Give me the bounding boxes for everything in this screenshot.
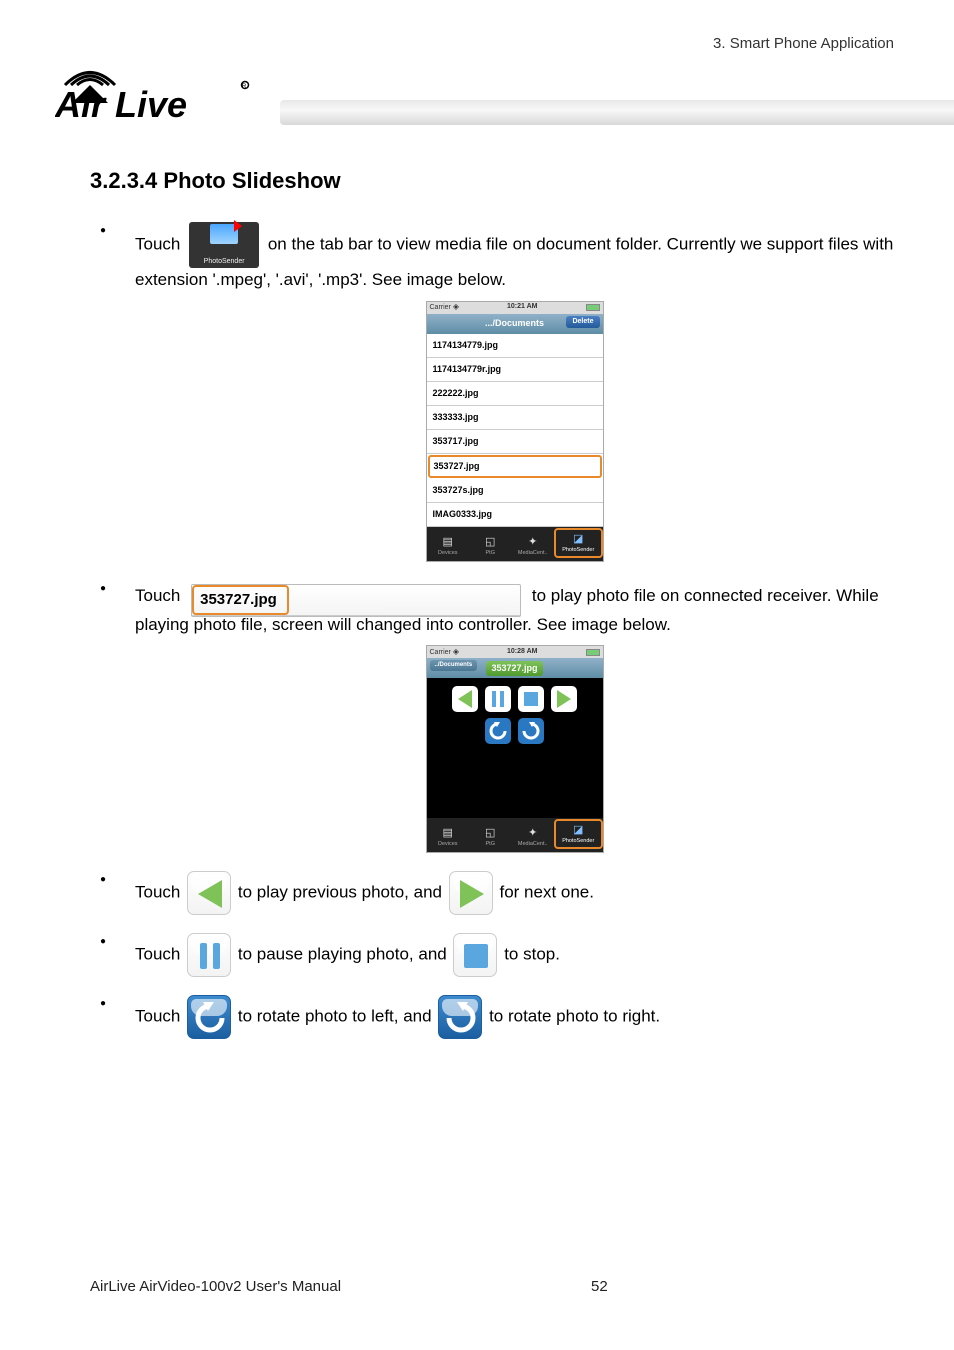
stop-icon[interactable] — [453, 933, 497, 977]
tab-bar: ▤Devices ◱PtG ✦MediaCent.. ◪PhotoSender — [427, 527, 603, 561]
list-item[interactable]: 333333.jpg — [427, 406, 603, 430]
pause-icon[interactable] — [485, 686, 511, 712]
text: to play previous photo, and — [238, 883, 442, 902]
bullet-item: Touch 353727.jpg to play photo file on c… — [100, 580, 894, 853]
manual-title: AirLive AirVideo-100v2 User's Manual — [90, 1278, 341, 1295]
text: Touch — [135, 234, 180, 253]
back-button[interactable]: ../Documents — [430, 660, 478, 671]
svg-text:Air Live: Air Live — [55, 84, 187, 125]
nav-title: 353727.jpg — [486, 661, 542, 676]
controller-body — [427, 678, 603, 818]
nav-title: .../Documents — [485, 317, 544, 330]
tab-devices[interactable]: ▤Devices — [427, 534, 470, 558]
previous-icon[interactable] — [452, 686, 478, 712]
tab-ptg[interactable]: ◱PtG — [469, 825, 512, 849]
list-item[interactable]: 1174134779.jpg — [427, 334, 603, 358]
tab-mediacenter[interactable]: ✦MediaCent.. — [512, 534, 555, 558]
list-item[interactable]: 1174134779r.jpg — [427, 358, 603, 382]
tab-photosender[interactable]: ◪PhotoSender — [554, 819, 603, 849]
svg-text:R: R — [242, 84, 247, 90]
pause-icon[interactable] — [187, 933, 231, 977]
list-item[interactable]: IMAG0333.jpg — [427, 503, 603, 527]
airlive-logo: Air Live R — [55, 55, 265, 125]
page-content: 3.2.3.4 Photo Slideshow Touch PhotoSende… — [90, 165, 894, 1057]
text: for next one. — [499, 883, 594, 902]
status-bar: Carrier ◈ 10:21 AM — [427, 302, 603, 314]
page-number: 52 — [591, 1278, 608, 1295]
file-list: 1174134779.jpg 1174134779r.jpg 222222.jp… — [427, 334, 603, 527]
chapter-label: 3. Smart Phone Application — [713, 35, 894, 52]
nav-bar: ../Documents 353727.jpg — [427, 658, 603, 678]
bullet-item: Touch to rotate photo to left, and to ro… — [100, 995, 894, 1039]
list-item[interactable]: 353717.jpg — [427, 430, 603, 454]
rotate-right-icon[interactable] — [438, 995, 482, 1039]
stop-icon[interactable] — [518, 686, 544, 712]
header-banner — [280, 100, 954, 125]
text: Touch — [135, 586, 180, 605]
next-icon[interactable] — [449, 871, 493, 915]
status-bar: Carrier ◈ 10:28 AM — [427, 646, 603, 658]
list-item[interactable]: 222222.jpg — [427, 382, 603, 406]
rotate-right-icon[interactable] — [518, 718, 544, 744]
list-item-selected[interactable]: 353727.jpg — [428, 455, 602, 478]
section-heading: 3.2.3.4 Photo Slideshow — [90, 165, 894, 197]
photosender-tab-icon: PhotoSender — [189, 222, 259, 268]
tab-photosender[interactable]: ◪PhotoSender — [554, 528, 603, 558]
text: to stop. — [504, 945, 560, 964]
tab-ptg[interactable]: ◱PtG — [469, 534, 512, 558]
text: Touch — [135, 945, 180, 964]
controller-screenshot: Carrier ◈ 10:28 AM ../Documents 353727.j… — [426, 645, 604, 853]
text: to rotate photo to left, and — [238, 1007, 432, 1026]
text: Touch — [135, 1007, 180, 1026]
previous-icon[interactable] — [187, 871, 231, 915]
documents-screenshot: Carrier ◈ 10:21 AM .../Documents Delete … — [426, 301, 604, 562]
tab-mediacenter[interactable]: ✦MediaCent.. — [512, 825, 555, 849]
tab-bar: ▤Devices ◱PtG ✦MediaCent.. ◪PhotoSender — [427, 818, 603, 852]
bullet-item: Touch to pause playing photo, and to sto… — [100, 933, 894, 977]
delete-button[interactable]: Delete — [566, 316, 599, 328]
tab-devices[interactable]: ▤Devices — [427, 825, 470, 849]
bullet-item: Touch PhotoSender on the tab bar to view… — [100, 222, 894, 562]
rotate-left-icon[interactable] — [187, 995, 231, 1039]
file-button[interactable]: 353727.jpg — [191, 584, 521, 617]
nav-bar: .../Documents Delete — [427, 314, 603, 334]
page-footer: AirLive AirVideo-100v2 User's Manual 52 — [90, 1278, 894, 1295]
text: to pause playing photo, and — [238, 945, 447, 964]
next-icon[interactable] — [551, 686, 577, 712]
list-item[interactable]: 353727s.jpg — [427, 479, 603, 503]
rotate-left-icon[interactable] — [485, 718, 511, 744]
text: to rotate photo to right. — [489, 1007, 660, 1026]
text: Touch — [135, 883, 180, 902]
bullet-item: Touch to play previous photo, and for ne… — [100, 871, 894, 915]
